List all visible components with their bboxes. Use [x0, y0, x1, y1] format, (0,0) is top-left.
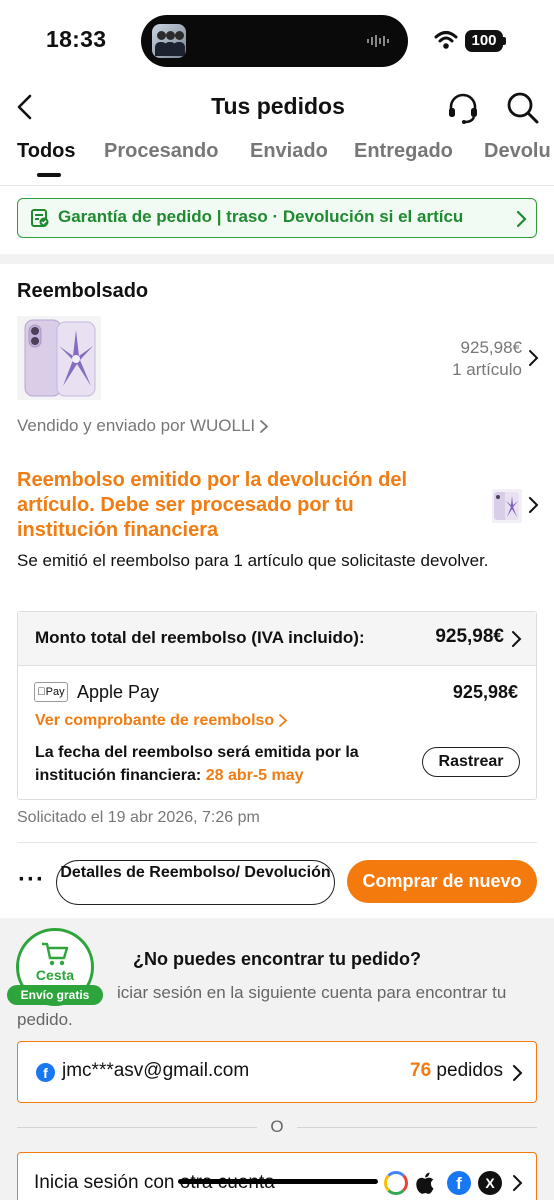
cart-icon [42, 942, 69, 966]
order-item-count: 1 artículo [452, 360, 522, 379]
chevron-right-icon [516, 210, 527, 228]
more-options-button[interactable]: ··· [18, 866, 45, 894]
status-time: 18:33 [46, 26, 107, 52]
payment-amount: 925,98€ [452, 682, 518, 702]
redaction-scribble [178, 1179, 378, 1184]
order-price: 925,98€ [460, 338, 522, 357]
now-playing-thumbnail [152, 24, 186, 58]
order-guarantee-banner[interactable]: Garantía de pedido | traso · Devolución … [17, 198, 537, 238]
divider [297, 1127, 537, 1128]
active-tab-indicator [37, 173, 61, 177]
account-email: jmc***asv@gmail.com [62, 1060, 250, 1081]
refund-total-value: 925,98€ [435, 626, 504, 647]
requested-timestamp: Solicitado el 19 abr 2026, 7:26 pm [17, 809, 260, 826]
divider [17, 842, 537, 843]
search-icon[interactable] [506, 91, 540, 125]
product-image[interactable] [17, 316, 101, 400]
banner-text: Garantía de pedido | traso · Devolución … [58, 207, 464, 226]
apple-pay-icon: Pay [34, 682, 68, 702]
battery-tip [503, 37, 506, 45]
tab-devoluciones[interactable]: Devolu [484, 140, 551, 163]
battery-indicator: 100 [465, 30, 503, 52]
facebook-icon: f [36, 1063, 55, 1082]
refund-date-range: 28 abr-5 may [205, 767, 304, 784]
chevron-right-icon [513, 1175, 523, 1191]
support-icon[interactable] [446, 91, 480, 125]
refund-details-button[interactable]: Detalles de Reembolso/ Devolución [56, 860, 335, 905]
google-icon[interactable] [384, 1171, 408, 1195]
refund-description: Se emitió el reembolso para 1 artículo q… [17, 551, 489, 570]
refund-date-label: La fecha del reembolso será emitida por … [35, 744, 359, 784]
audio-wave-icon [367, 35, 389, 47]
dynamic-island [141, 15, 408, 67]
facebook-icon[interactable]: f [447, 1171, 471, 1195]
shield-icon [31, 209, 49, 227]
seller-link[interactable]: Vendido y enviado por WUOLLI [17, 416, 269, 436]
chevron-right-icon[interactable] [527, 349, 539, 367]
track-button[interactable]: Rastrear [422, 747, 520, 777]
account-orders: 76 pedidos [350, 1060, 503, 1082]
chevron-right-icon [279, 714, 288, 728]
tab-entregado[interactable]: Entregado [354, 140, 453, 163]
seller-label: Vendido y enviado por WUOLLI [17, 416, 256, 435]
apple-pay-logo-text: Pay [41, 686, 65, 698]
orders-label: pedidos [431, 1060, 503, 1081]
cart-label: Cesta [35, 967, 75, 983]
phone-thumbnail [494, 492, 519, 520]
x-icon[interactable]: X [478, 1171, 502, 1195]
chevron-right-icon [513, 1065, 523, 1081]
tab-procesando[interactable]: Procesando [104, 140, 218, 163]
payment-method: Apple Pay [77, 682, 160, 702]
free-shipping-badge: Envío gratis [7, 985, 103, 1005]
tab-todos[interactable]: Todos [17, 140, 76, 163]
tab-enviado[interactable]: Enviado [250, 140, 328, 163]
wifi-icon [434, 31, 458, 49]
buy-again-button[interactable]: Comprar de nuevo [347, 860, 537, 903]
chevron-right-icon [260, 420, 269, 433]
order-status: Reembolsado [17, 280, 149, 302]
chevron-right-icon[interactable] [510, 630, 522, 648]
back-icon[interactable] [14, 93, 36, 121]
apple-glyph:  [37, 686, 45, 698]
refund-receipt-link[interactable]: Ver comprobante de reembolso [35, 712, 288, 730]
refund-total-label: Monto total del reembolso (IVA incluido)… [35, 628, 365, 647]
orders-count: 76 [410, 1060, 432, 1081]
divider [17, 1127, 257, 1128]
refund-product-thumbnail[interactable] [492, 489, 522, 523]
apple-icon[interactable] [415, 1171, 439, 1195]
refund-date-note: La fecha del reembolso será emitida por … [35, 741, 415, 787]
or-separator: O [270, 1117, 284, 1136]
phone-illustration [24, 319, 96, 397]
chevron-right-icon[interactable] [527, 496, 539, 514]
receipt-link-label: Ver comprobante de reembolso [35, 712, 275, 729]
page-title: Tus pedidos [211, 93, 345, 119]
refund-headline: Reembolso emitido por la devolución del … [17, 469, 408, 541]
